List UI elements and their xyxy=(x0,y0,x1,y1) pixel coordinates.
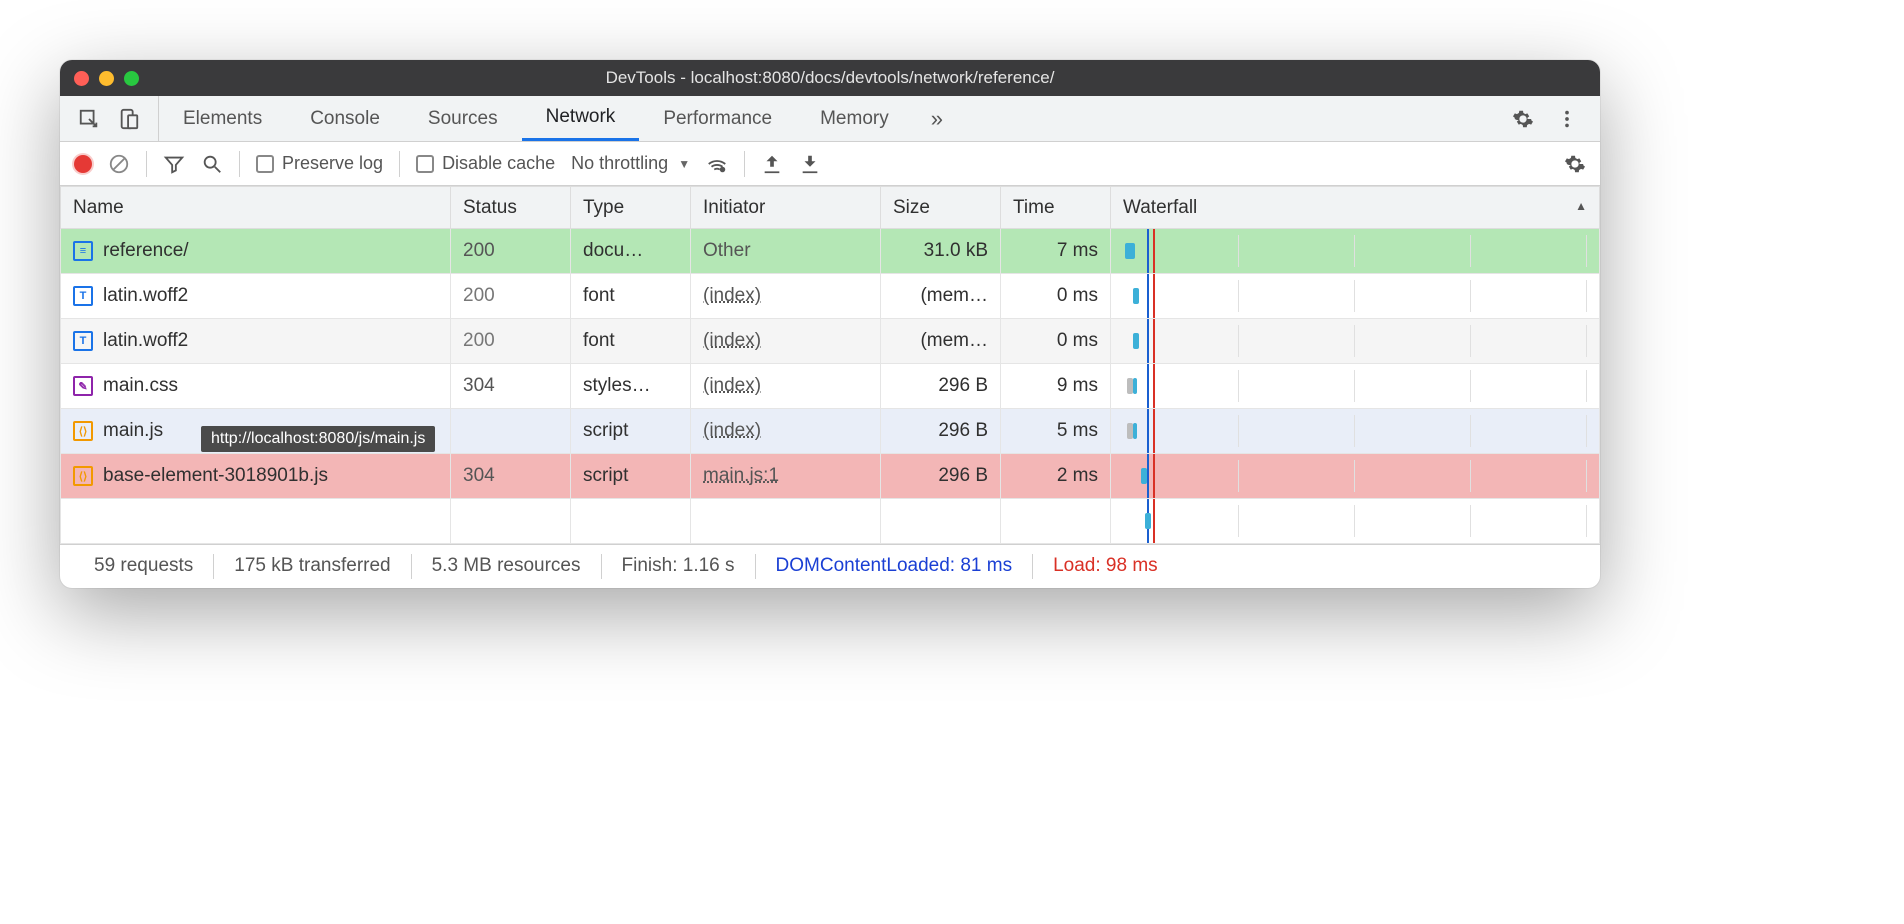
request-time: 5 ms xyxy=(1001,409,1111,454)
request-type: styles… xyxy=(571,364,691,409)
disable-cache-checkbox[interactable]: Disable cache xyxy=(416,153,555,174)
preserve-log-checkbox[interactable]: Preserve log xyxy=(256,153,383,174)
js-file-icon: ⟨⟩ xyxy=(73,466,93,486)
request-status: 200 xyxy=(451,319,571,364)
status-transferred: 175 kB transferred xyxy=(214,554,411,580)
more-tabs-button[interactable]: » xyxy=(913,106,961,132)
network-statusbar: 59 requests 175 kB transferred 5.3 MB re… xyxy=(60,544,1600,588)
request-time: 7 ms xyxy=(1001,229,1111,274)
panel-tabbar: ElementsConsoleSourcesNetworkPerformance… xyxy=(60,96,1600,142)
record-button[interactable] xyxy=(74,155,92,173)
tab-performance[interactable]: Performance xyxy=(639,96,796,141)
url-tooltip: http://localhost:8080/js/main.js xyxy=(201,426,435,452)
doc-file-icon: ≡ xyxy=(73,241,93,261)
request-name: latin.woff2 xyxy=(103,285,188,307)
request-initiator[interactable]: (index) xyxy=(703,420,761,441)
request-time: 2 ms xyxy=(1001,454,1111,499)
minimize-window-button[interactable] xyxy=(99,71,114,86)
font-file-icon: T xyxy=(73,331,93,351)
tab-elements[interactable]: Elements xyxy=(159,96,286,141)
request-row[interactable]: ✎ main.css 304styles… (index) 296 B9 ms xyxy=(61,364,1600,409)
request-size: (mem… xyxy=(881,274,1001,319)
request-status: 200 xyxy=(451,229,571,274)
status-finish: Finish: 1.16 s xyxy=(602,554,756,580)
request-time: 0 ms xyxy=(1001,319,1111,364)
request-type: font xyxy=(571,319,691,364)
network-toolbar: Preserve log Disable cache No throttling… xyxy=(60,142,1600,186)
column-header-name[interactable]: Name xyxy=(61,187,451,229)
js-file-icon: ⟨⟩ xyxy=(73,421,93,441)
css-file-icon: ✎ xyxy=(73,376,93,396)
request-size: 296 B xyxy=(881,409,1001,454)
request-initiator[interactable]: (index) xyxy=(703,375,761,396)
request-status: 200 xyxy=(451,274,571,319)
request-size: 31.0 kB xyxy=(881,229,1001,274)
request-size: 296 B xyxy=(881,364,1001,409)
request-type: docu… xyxy=(571,229,691,274)
status-resources: 5.3 MB resources xyxy=(412,554,602,580)
request-type: script xyxy=(571,454,691,499)
chevron-down-icon: ▼ xyxy=(678,157,690,171)
devtools-window: DevTools - localhost:8080/docs/devtools/… xyxy=(60,60,1600,588)
request-initiator[interactable]: (index) xyxy=(703,285,761,306)
request-time: 9 ms xyxy=(1001,364,1111,409)
request-size: (mem… xyxy=(881,319,1001,364)
request-row[interactable]: ≡ reference/200docu… Other 31.0 kB7 ms xyxy=(61,229,1600,274)
tab-sources[interactable]: Sources xyxy=(404,96,522,141)
request-name: main.js xyxy=(103,420,163,442)
tab-console[interactable]: Console xyxy=(286,96,404,141)
status-load: Load: 98 ms xyxy=(1033,554,1178,580)
status-requests: 59 requests xyxy=(74,554,214,580)
close-window-button[interactable] xyxy=(74,71,89,86)
tab-memory[interactable]: Memory xyxy=(796,96,913,141)
window-title: DevTools - localhost:8080/docs/devtools/… xyxy=(60,68,1600,88)
inspect-element-icon[interactable] xyxy=(78,108,100,130)
titlebar: DevTools - localhost:8080/docs/devtools/… xyxy=(60,60,1600,96)
request-initiator[interactable]: (index) xyxy=(703,330,761,351)
status-domcontentloaded: DOMContentLoaded: 81 ms xyxy=(756,554,1034,580)
column-header-waterfall[interactable]: Waterfall▲ xyxy=(1111,187,1600,229)
settings-gear-icon[interactable] xyxy=(1512,108,1534,130)
request-name: main.css xyxy=(103,375,178,397)
tab-network[interactable]: Network xyxy=(522,96,640,141)
request-initiator[interactable]: main.js:1 xyxy=(703,465,779,486)
empty-row xyxy=(61,499,1600,544)
request-time: 0 ms xyxy=(1001,274,1111,319)
request-status: 304 xyxy=(451,454,571,499)
network-requests-table: NameStatusTypeInitiatorSizeTimeWaterfall… xyxy=(60,186,1600,544)
request-status: 304 xyxy=(451,364,571,409)
column-header-size[interactable]: Size xyxy=(881,187,1001,229)
request-status xyxy=(451,409,571,454)
upload-har-icon[interactable] xyxy=(761,153,783,175)
column-header-status[interactable]: Status xyxy=(451,187,571,229)
filter-icon[interactable] xyxy=(163,153,185,175)
font-file-icon: T xyxy=(73,286,93,306)
request-name: reference/ xyxy=(103,240,189,262)
request-row[interactable]: Tlatin.woff2 200font (index) (mem…0 ms xyxy=(61,274,1600,319)
request-type: font xyxy=(571,274,691,319)
request-name: base-element-3018901b.js xyxy=(103,465,328,487)
device-toolbar-icon[interactable] xyxy=(118,108,140,130)
sort-asc-icon: ▲ xyxy=(1575,199,1587,213)
throttling-select[interactable]: No throttling ▼ xyxy=(571,153,690,174)
download-har-icon[interactable] xyxy=(799,153,821,175)
request-row[interactable]: Tlatin.woff2 200font (index) (mem…0 ms xyxy=(61,319,1600,364)
kebab-menu-icon[interactable] xyxy=(1556,108,1578,130)
request-row[interactable]: ⟨⟩ main.js http://localhost:8080/js/main.j… xyxy=(61,409,1600,454)
maximize-window-button[interactable] xyxy=(124,71,139,86)
request-type: script xyxy=(571,409,691,454)
column-header-initiator[interactable]: Initiator xyxy=(691,187,881,229)
request-initiator: Other xyxy=(703,240,751,261)
column-header-type[interactable]: Type xyxy=(571,187,691,229)
request-row[interactable]: ⟨⟩ base-element-3018901b.js 304script main.… xyxy=(61,454,1600,499)
search-icon[interactable] xyxy=(201,153,223,175)
clear-icon[interactable] xyxy=(108,153,130,175)
request-size: 296 B xyxy=(881,454,1001,499)
traffic-lights xyxy=(74,71,139,86)
network-conditions-icon[interactable] xyxy=(706,153,728,175)
column-header-time[interactable]: Time xyxy=(1001,187,1111,229)
request-name: latin.woff2 xyxy=(103,330,188,352)
panel-settings-gear-icon[interactable] xyxy=(1564,153,1586,175)
